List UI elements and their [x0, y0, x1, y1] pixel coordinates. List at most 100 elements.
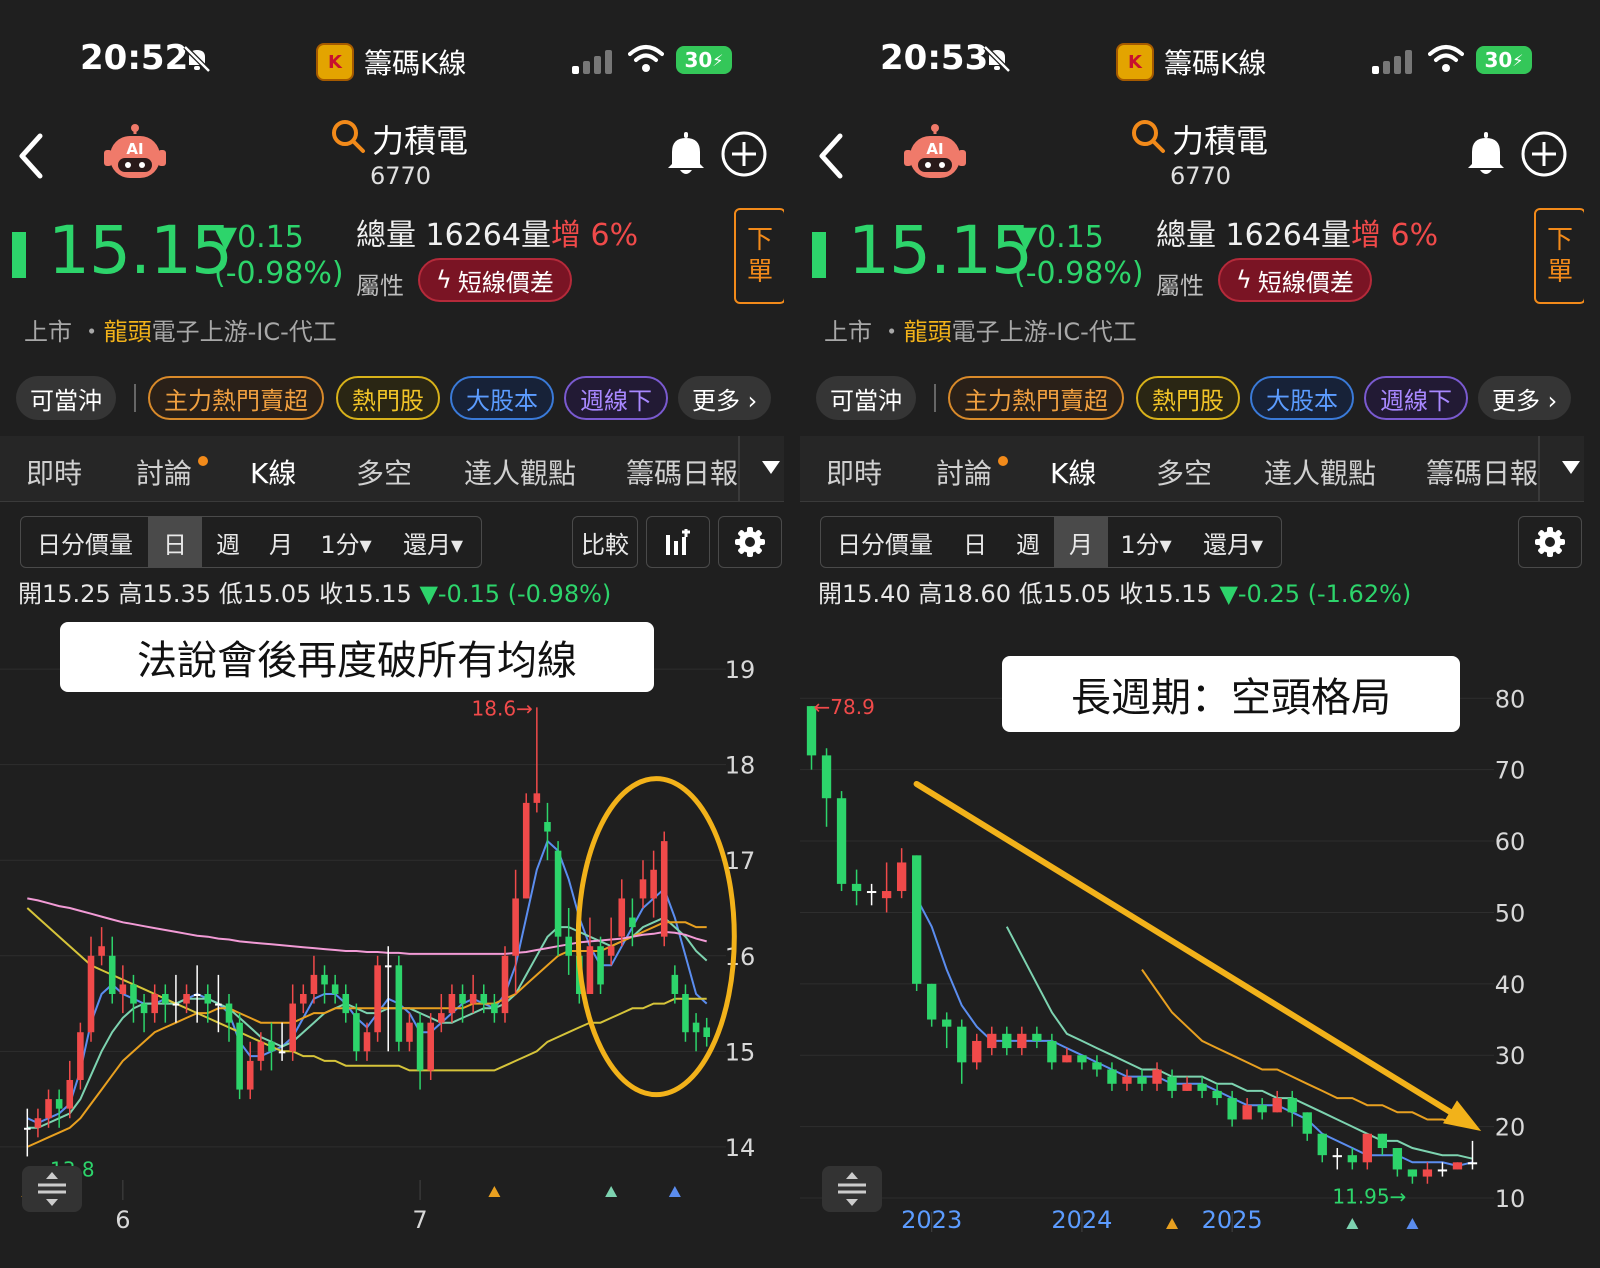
add-watchlist-icon[interactable] — [720, 130, 768, 178]
tag-hot-stock[interactable]: 熱門股 — [336, 376, 440, 420]
y-tick-label: 10 — [1495, 1185, 1526, 1213]
period-intraday-volume[interactable]: 日分價量 — [22, 516, 148, 568]
indicator-add-icon — [666, 529, 690, 555]
alert-bell-icon[interactable] — [666, 132, 706, 176]
separator-dot: ・ — [79, 318, 104, 346]
chart-settings-button[interactable] — [718, 516, 782, 568]
search-icon[interactable] — [330, 118, 366, 154]
period-week[interactable]: 週 — [202, 516, 254, 568]
period-month[interactable]: 月 — [1054, 516, 1108, 568]
candle-body — [618, 898, 626, 937]
tag-more[interactable]: 更多 › — [1478, 376, 1572, 420]
tab-discussion[interactable]: 討論 — [136, 452, 192, 492]
tag-separator — [134, 384, 136, 412]
tab-kline[interactable]: K線 — [1050, 452, 1096, 492]
candle-body — [416, 1022, 424, 1071]
tab-realtime[interactable]: 即時 — [826, 452, 882, 492]
indicator-button[interactable] — [646, 516, 710, 568]
event-triangle-icon — [1346, 1218, 1359, 1229]
period-minute-dropdown[interactable]: 1分▾ — [1108, 516, 1184, 568]
back-icon[interactable] — [16, 132, 46, 180]
candle-body — [942, 1019, 952, 1027]
candle-body — [1332, 1155, 1342, 1158]
period-month[interactable]: 月 — [254, 516, 308, 568]
candle-body — [896, 862, 907, 892]
tab-discussion[interactable]: 討論 — [936, 452, 992, 492]
candle-body — [151, 994, 158, 1014]
place-order-button[interactable]: 下 單 — [734, 208, 784, 304]
tab-expert-view[interactable]: 達人觀點 — [1264, 452, 1376, 492]
period-minute-dropdown[interactable]: 1分▾ — [308, 516, 384, 568]
chevron-down-icon[interactable] — [1560, 458, 1582, 476]
kline-chart[interactable]: 19181716151418.6→←13.867 — [0, 600, 784, 1268]
tab-long-short[interactable]: 多空 — [356, 452, 412, 492]
highlight-ellipse — [575, 776, 737, 1098]
candle-body — [1002, 1033, 1012, 1049]
compare-button[interactable]: 比較 — [572, 516, 638, 568]
tag-below-weekly[interactable]: 週線下 — [564, 376, 668, 420]
ai-robot-icon[interactable]: AI — [100, 124, 170, 184]
sector-highlight: 龍頭 — [903, 318, 952, 346]
tag-below-weekly[interactable]: 週線下 — [1364, 376, 1468, 420]
candle-body — [1182, 1083, 1192, 1091]
tag-day-trade[interactable]: 可當沖 — [816, 376, 916, 420]
stock-name[interactable]: 力積電 — [1172, 116, 1268, 162]
candle-body — [1272, 1098, 1282, 1113]
tag-more[interactable]: 更多 › — [678, 376, 772, 420]
alert-bell-icon[interactable] — [1466, 132, 1506, 176]
tab-chips-daily[interactable]: 籌碼日報 — [1426, 452, 1538, 492]
status-time: 20:53 — [880, 38, 989, 78]
period-day[interactable]: 日 — [148, 516, 202, 568]
tag-main-force-sell[interactable]: 主力熱門賣超 — [948, 376, 1124, 420]
tag-day-trade[interactable]: 可當沖 — [16, 376, 116, 420]
candle-body — [1122, 1076, 1132, 1084]
back-icon[interactable] — [816, 132, 846, 180]
tag-hot-stock[interactable]: 熱門股 — [1136, 376, 1240, 420]
min-price-marker: 11.95→ — [1332, 1185, 1406, 1209]
max-price-marker: ←78.9 — [814, 695, 875, 719]
stock-name[interactable]: 力積電 — [372, 116, 468, 162]
tag-large-cap[interactable]: 大股本 — [450, 376, 554, 420]
candle-body — [512, 898, 519, 956]
place-order-button[interactable]: 下 單 — [1534, 208, 1584, 304]
candle-body — [554, 850, 562, 937]
attribute-badge[interactable]: ϟ 短線價差 — [418, 258, 572, 302]
tab-long-short[interactable]: 多空 — [1156, 452, 1212, 492]
period-adjust-dropdown[interactable]: 還月▾ — [386, 516, 480, 568]
candle-body — [565, 936, 572, 956]
candle-body — [1137, 1076, 1147, 1084]
candle-body — [544, 822, 551, 832]
chart-drag-handle[interactable] — [22, 1166, 82, 1212]
candle-body — [459, 994, 466, 1004]
tab-kline[interactable]: K線 — [250, 452, 296, 492]
candle-body — [703, 1027, 710, 1037]
tab-realtime[interactable]: 即時 — [26, 452, 82, 492]
chart-settings-button[interactable] — [1518, 516, 1582, 568]
candle-body — [1032, 1033, 1042, 1041]
tab-expert-view[interactable]: 達人觀點 — [464, 452, 576, 492]
tag-large-cap[interactable]: 大股本 — [1250, 376, 1354, 420]
add-watchlist-icon[interactable] — [1520, 130, 1568, 178]
tag-main-force-sell[interactable]: 主力熱門賣超 — [148, 376, 324, 420]
ai-robot-icon[interactable]: AI — [900, 124, 970, 184]
attribute-badge[interactable]: ϟ 短線價差 — [1218, 258, 1372, 302]
search-icon[interactable] — [1130, 118, 1166, 154]
unread-dot — [998, 456, 1008, 466]
candle-body — [98, 946, 105, 956]
sector-highlight: 龍頭 — [103, 318, 152, 346]
candle-body — [353, 1013, 360, 1052]
candle-body — [406, 1022, 413, 1042]
tab-chips-daily[interactable]: 籌碼日報 — [626, 452, 738, 492]
attribute-badge-label: 短線價差 — [1257, 268, 1354, 297]
candle-body — [374, 965, 381, 1033]
period-week[interactable]: 週 — [1002, 516, 1054, 568]
lightning-icon: ϟ — [436, 266, 452, 294]
chevron-down-icon[interactable] — [760, 458, 782, 476]
period-adjust-dropdown[interactable]: 還月▾ — [1186, 516, 1280, 568]
candle-body — [448, 994, 456, 1014]
candle-body — [639, 879, 647, 899]
candle-body — [533, 793, 541, 803]
period-intraday-volume[interactable]: 日分價量 — [822, 516, 948, 568]
chart-drag-handle[interactable] — [822, 1166, 882, 1212]
period-day[interactable]: 日 — [948, 516, 1002, 568]
